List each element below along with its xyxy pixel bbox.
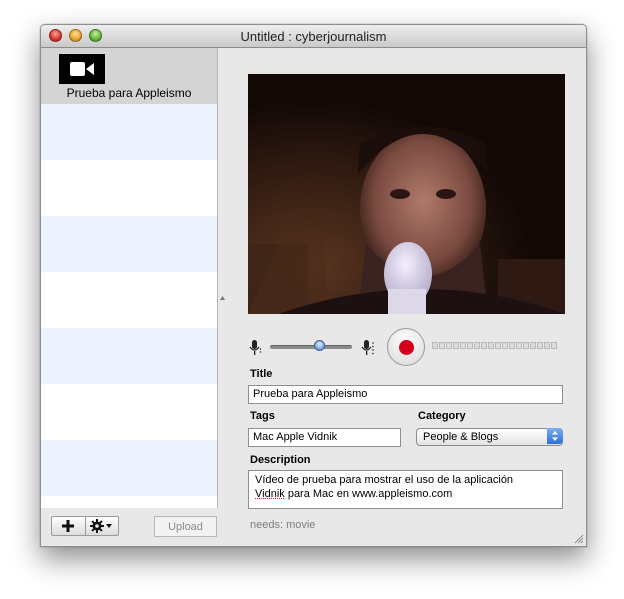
description-line: Vidnik para Mac en www.appleismo.com <box>255 488 453 500</box>
plus-icon <box>62 520 75 532</box>
split-view-handle[interactable] <box>219 290 226 300</box>
recording-controls <box>248 327 565 367</box>
description-line: Vídeo de prueba para mostrar el uso de l… <box>255 474 514 486</box>
add-button[interactable] <box>52 517 85 535</box>
video-camera-icon <box>59 54 105 84</box>
category-value: People & Blogs <box>423 431 499 443</box>
input-volume-slider-knob[interactable] <box>313 340 325 351</box>
list-row-empty <box>41 384 217 440</box>
record-button[interactable] <box>387 328 425 366</box>
action-menu-button[interactable] <box>84 517 119 535</box>
list-actions-segmented-control <box>51 516 119 536</box>
category-popup[interactable]: People & Blogs <box>416 428 563 446</box>
gear-icon <box>89 519 112 533</box>
list-row-empty <box>41 272 217 328</box>
microphone-high-icon <box>361 340 374 355</box>
audio-level-meter <box>432 342 557 349</box>
movie-list[interactable]: Prueba para Appleismo <box>41 48 218 508</box>
misspelled-word: Vidnik <box>255 488 285 500</box>
list-row-empty <box>41 216 217 272</box>
list-row-empty <box>41 104 217 160</box>
window-title: Untitled : cyberjournalism <box>240 29 387 44</box>
bottom-toolbar: Upload needs: movie <box>41 509 586 546</box>
title-label: Title <box>250 368 273 380</box>
camera-preview-image <box>248 74 565 314</box>
description-field[interactable]: Vídeo de prueba para mostrar el uso de l… <box>248 470 563 509</box>
title-field[interactable]: Prueba para Appleismo <box>248 385 563 404</box>
camera-preview <box>248 74 565 314</box>
description-label: Description <box>250 454 311 466</box>
title-bar[interactable]: Untitled : cyberjournalism <box>41 25 586 48</box>
app-window: Untitled : cyberjournalism Prueba para A… <box>40 24 587 547</box>
record-icon <box>399 340 414 355</box>
resize-grip-icon[interactable] <box>572 532 584 544</box>
list-item-selected[interactable]: Prueba para Appleismo <box>41 48 217 104</box>
popup-arrows-icon <box>547 428 563 444</box>
list-item-label: Prueba para Appleismo <box>66 86 192 100</box>
tags-label: Tags <box>250 410 275 422</box>
status-text: needs: movie <box>250 519 316 531</box>
tags-field[interactable]: Mac Apple Vidnik <box>248 428 401 447</box>
input-volume-slider[interactable] <box>270 345 352 349</box>
upload-button[interactable]: Upload <box>154 516 217 537</box>
category-label: Category <box>418 410 466 422</box>
list-row-empty <box>41 328 217 384</box>
list-row-empty <box>41 440 217 496</box>
microphone-low-icon <box>249 340 262 355</box>
list-row-empty <box>41 160 217 216</box>
